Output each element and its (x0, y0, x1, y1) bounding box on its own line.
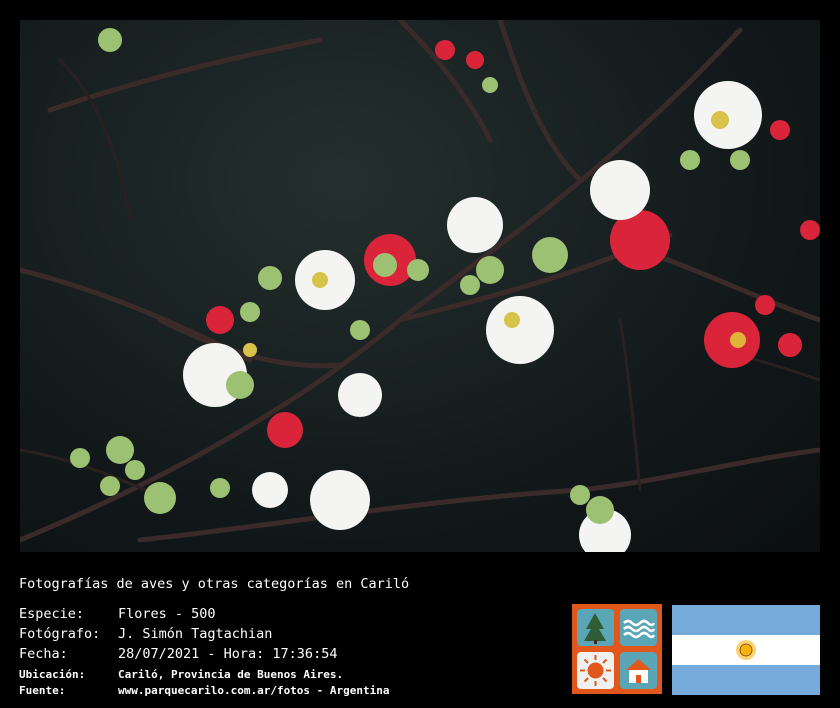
carilo-logo (572, 604, 662, 694)
photographer-label: Fotógrafo: (19, 626, 101, 642)
pine-trees-icon (577, 609, 614, 646)
location-value: Cariló, Provincia de Buenos Aires. (118, 668, 344, 681)
house-icon (620, 652, 657, 689)
waves-icon (620, 609, 657, 646)
species-value: Flores - 500 (118, 606, 216, 622)
date-label: Fecha: (19, 646, 68, 662)
source-label: Fuente: (19, 684, 66, 697)
source-value: www.parquecarilo.com.ar/fotos - Argentin… (118, 684, 390, 697)
quince-blossom-image (20, 20, 820, 552)
date-value: 28/07/2021 - Hora: 17:36:54 (118, 646, 338, 662)
flower-photo (20, 20, 820, 552)
argentina-flag (672, 605, 820, 695)
species-label: Especie: (19, 606, 85, 622)
location-label: Ubicación: (19, 668, 86, 681)
sun-icon (577, 652, 614, 689)
photographer-value: J. Simón Tagtachian (118, 626, 273, 642)
gallery-title: Fotografías de aves y otras categorías e… (19, 576, 410, 592)
sun-of-may-icon (736, 640, 756, 660)
